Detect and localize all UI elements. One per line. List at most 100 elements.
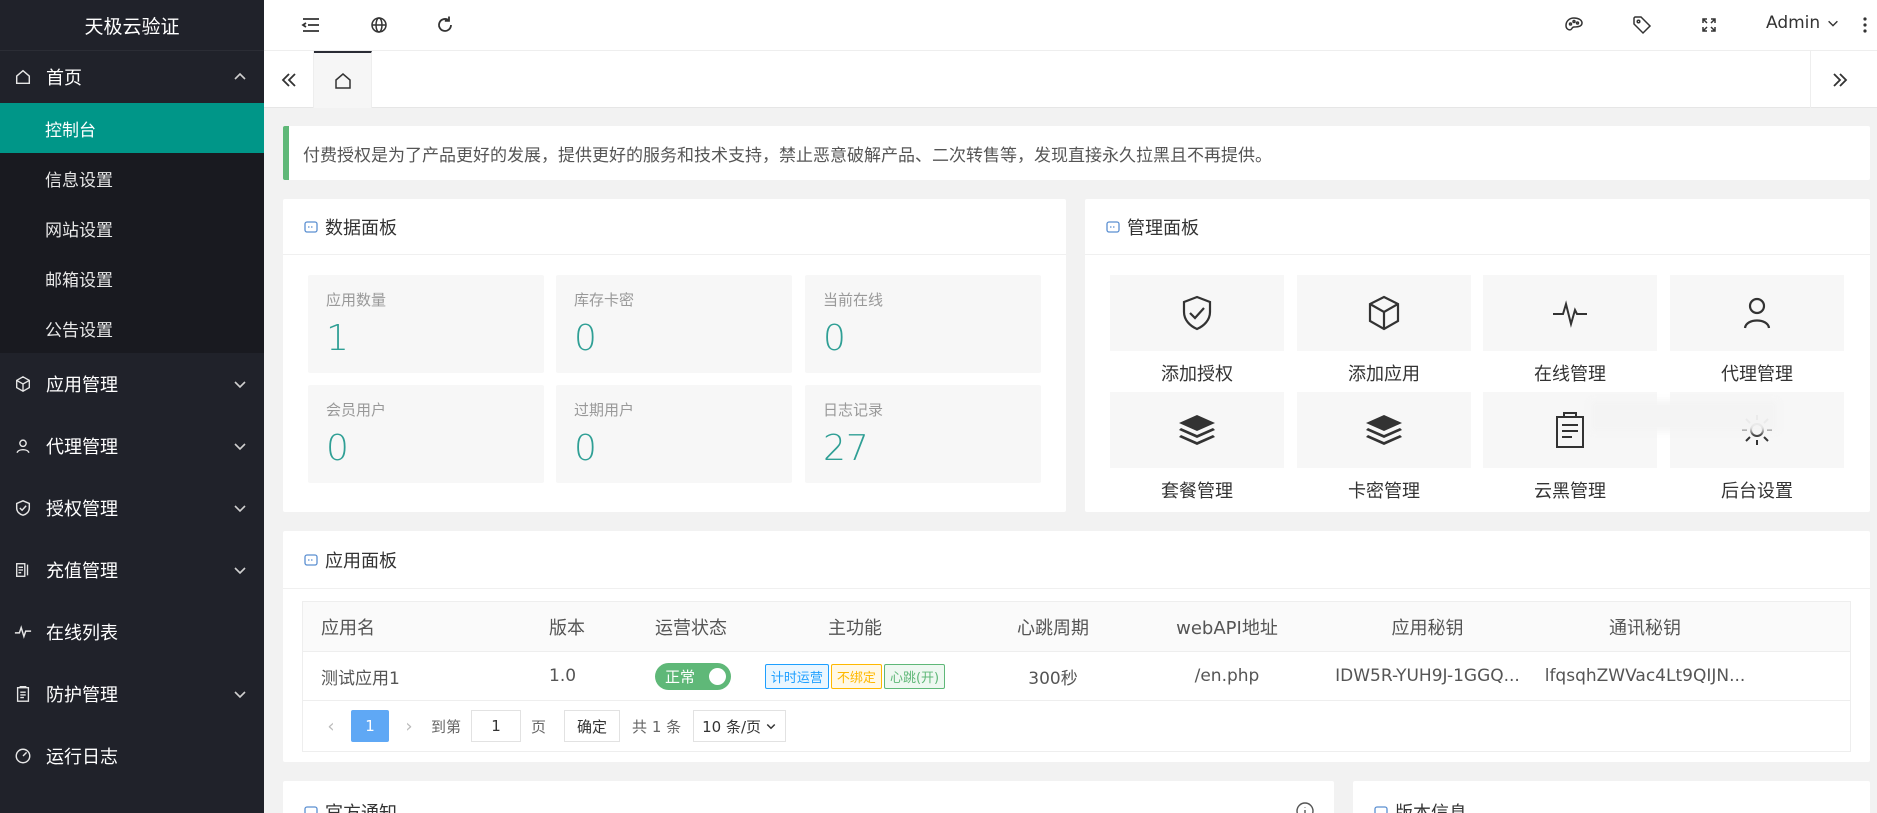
palette-icon[interactable]	[1563, 14, 1585, 36]
sidebar-item-label: 防护管理	[46, 685, 118, 706]
col-header[interactable]: 心跳周期	[967, 614, 1139, 640]
stat-value: 0	[574, 428, 597, 469]
stat-label: 过期用户	[574, 401, 635, 419]
chevron-down-icon	[234, 381, 246, 389]
sidebar-item-license-management[interactable]: 授权管理	[0, 477, 264, 539]
sidebar-item-label: 运行日志	[46, 747, 118, 768]
data-panel-header: 数据面板	[283, 199, 1066, 255]
panel-icon	[1106, 220, 1120, 233]
tile-add-license[interactable]: 添加授权	[1110, 275, 1284, 392]
cell-version: 1.0	[549, 666, 577, 686]
user-icon	[1743, 297, 1771, 329]
tile-label: 云黑管理	[1534, 481, 1606, 502]
sidebar-item-label: 首页	[46, 68, 82, 89]
feature-badge: 计时运营	[764, 663, 829, 689]
tile-add-app[interactable]: 添加应用	[1297, 275, 1471, 392]
table-header: 应用名 版本 运营状态 主功能 心跳周期 webAPI地址 应用秘钥 通讯秘钥	[303, 602, 1850, 652]
col-header[interactable]: 应用名	[303, 614, 527, 640]
menu-fold-icon[interactable]	[300, 14, 322, 36]
col-header[interactable]: 主功能	[743, 614, 967, 640]
app-logo-title[interactable]: 天极云验证	[0, 0, 264, 51]
layers-icon	[1179, 415, 1215, 445]
recharge-icon	[16, 563, 29, 577]
sidebar-subitem-site-settings[interactable]: 网站设置	[0, 203, 264, 253]
stat-card-online-now[interactable]: 当前在线 0	[805, 275, 1041, 373]
sidebar-item-protection-management[interactable]: 防护管理	[0, 663, 264, 725]
col-header[interactable]: 应用秘钥	[1315, 614, 1540, 640]
status-toggle[interactable]: 正常	[655, 662, 731, 690]
stat-card-app-count[interactable]: 应用数量 1	[308, 275, 544, 373]
sidebar-subitem-mail-settings[interactable]: 邮箱设置	[0, 253, 264, 303]
tile-label: 代理管理	[1721, 364, 1793, 385]
official-notice-title: 官方通知	[325, 802, 397, 813]
table-row[interactable]: 测试应用1 1.0 正常 计时运营 不绑定 心跳(开) 300秒 /en.php I…	[303, 652, 1850, 701]
tabs-scroll-left-button[interactable]	[264, 51, 314, 108]
chevron-down-icon	[1828, 20, 1839, 27]
sidebar-item-app-management[interactable]: 应用管理	[0, 353, 264, 415]
goto-confirm-button[interactable]: 确定	[564, 710, 621, 742]
sidebar-subitem-console[interactable]: 控制台	[0, 103, 264, 153]
tab-home[interactable]	[314, 51, 372, 108]
sidebar-subitem-info-settings[interactable]: 信息设置	[0, 153, 264, 203]
clipboard-icon	[16, 685, 30, 702]
per-page-value: 10 条/页	[702, 717, 762, 736]
sidebar-subitem-notice-settings[interactable]: 公告设置	[0, 303, 264, 353]
sidebar-item-label: 代理管理	[46, 437, 118, 458]
sidebar-item-agent-management[interactable]: 代理管理	[0, 415, 264, 477]
cell-comm-key: lfqsqhZWVac4Lt9QIJN...	[1544, 666, 1746, 686]
user-name: Admin	[1766, 13, 1821, 33]
cube-icon	[1368, 295, 1400, 331]
stat-card-members[interactable]: 会员用户 0	[308, 385, 544, 483]
tabs-scroll-right-button[interactable]	[1810, 51, 1868, 108]
info-icon[interactable]	[1295, 801, 1315, 813]
panel-icon	[304, 805, 318, 813]
sidebar-item-label: 授权管理	[46, 499, 118, 520]
tile-online-management[interactable]: 在线管理	[1483, 275, 1657, 392]
sidebar-item-home[interactable]: 首页	[0, 51, 264, 103]
double-chevron-right-icon	[1832, 72, 1847, 87]
panel-icon	[304, 220, 318, 233]
goto-page-input[interactable]: 1	[471, 710, 522, 742]
tile-label: 套餐管理	[1161, 481, 1233, 502]
tile-label: 卡密管理	[1348, 481, 1420, 502]
cell-features: 计时运营 不绑定 心跳(开)	[743, 663, 967, 689]
user-menu[interactable]: Admin	[1766, 13, 1840, 33]
col-header[interactable]: 通讯秘钥	[1540, 614, 1750, 640]
per-page-select[interactable]: 10 条/页	[693, 710, 787, 742]
stat-label: 库存卡密	[574, 291, 635, 309]
col-header[interactable]: 运营状态	[625, 614, 743, 640]
stat-card-expired-users[interactable]: 过期用户 0	[556, 385, 792, 483]
stat-value: 27	[823, 428, 869, 469]
col-header[interactable]: 版本	[527, 614, 625, 640]
tile-agent-management[interactable]: 代理管理	[1670, 275, 1844, 392]
chevron-down-icon	[766, 723, 776, 730]
stat-label: 当前在线	[823, 291, 884, 309]
sidebar-item-recharge-management[interactable]: 充值管理	[0, 539, 264, 601]
tile-label: 添加应用	[1348, 364, 1420, 385]
next-page-button[interactable]: ›	[399, 716, 419, 737]
more-vertical-icon[interactable]	[1860, 14, 1870, 36]
status-toggle-label: 正常	[665, 667, 696, 686]
sidebar-item-run-log[interactable]: 运行日志	[0, 725, 264, 787]
globe-icon[interactable]	[368, 14, 390, 36]
prev-page-button[interactable]: ‹	[321, 716, 341, 737]
tag-icon[interactable]	[1631, 14, 1653, 36]
tile-card-management[interactable]: 卡密管理	[1297, 392, 1471, 509]
tile-package-management[interactable]: 套餐管理	[1110, 392, 1284, 509]
stat-card-stock-cards[interactable]: 库存卡密 0	[556, 275, 792, 373]
total-count: 共 1 条	[632, 717, 682, 736]
toggle-knob	[709, 667, 726, 685]
manage-panel-header: 管理面板	[1085, 199, 1870, 255]
col-header[interactable]: webAPI地址	[1139, 614, 1315, 640]
stat-value: 1	[326, 318, 349, 359]
double-chevron-left-icon	[281, 72, 296, 87]
sidebar-item-online-list[interactable]: 在线列表	[0, 601, 264, 663]
stat-card-log-records[interactable]: 日志记录 27	[805, 385, 1041, 483]
refresh-icon[interactable]	[434, 14, 456, 36]
page-button-current[interactable]: 1	[351, 710, 389, 742]
data-panel: 数据面板 应用数量 1 库存卡密 0 当前在线 0 会员用户 0 过期用户 0 …	[283, 199, 1066, 512]
stat-label: 日志记录	[823, 401, 884, 419]
fullscreen-icon[interactable]	[1698, 14, 1720, 36]
manage-panel: 管理面板 添加授权 添加应用 在线管理 代理管理 套餐管理 卡密管理 云黑管理 …	[1085, 199, 1870, 512]
stat-value: 0	[823, 318, 846, 359]
